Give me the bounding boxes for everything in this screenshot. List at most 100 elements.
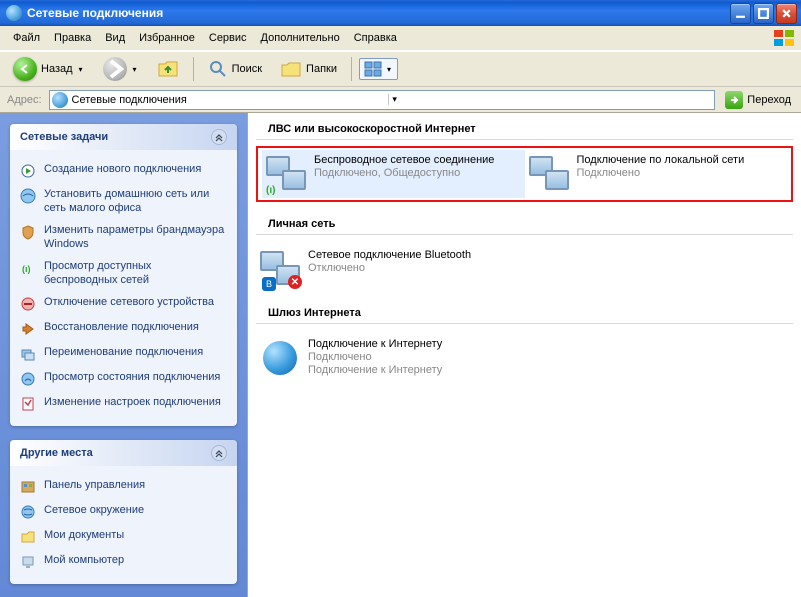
menu-favorites[interactable]: Избранное <box>132 30 202 46</box>
task-icon <box>20 188 36 204</box>
address-field[interactable]: Сетевые подключения ▾ <box>49 90 716 110</box>
connection-sub2: Подключение к Интернету <box>308 364 442 377</box>
wifi-icon: (ı) <box>266 185 275 196</box>
address-bar: Адрес: Сетевые подключения ▾ Переход <box>0 87 801 113</box>
task-icon <box>20 163 36 179</box>
globe-icon <box>263 341 297 375</box>
task-icon <box>20 346 36 362</box>
network-tasks-header[interactable]: Сетевые задачи <box>10 124 237 150</box>
place-icon <box>20 529 36 545</box>
menu-file[interactable]: Файл <box>6 30 47 46</box>
forward-button[interactable]: ▾ <box>96 54 146 84</box>
search-icon <box>208 59 228 79</box>
window-icon <box>6 5 22 21</box>
task-item[interactable]: Установить домашнюю сеть или сеть малого… <box>20 183 227 219</box>
address-icon <box>52 92 68 108</box>
folder-up-icon <box>157 59 179 79</box>
connection-item[interactable]: ✕ B Сетевое подключение BluetoothОтключено <box>256 245 525 293</box>
connection-item[interactable]: (ı) Беспроводное сетевое соединениеПодклю… <box>262 150 525 198</box>
folders-label: Папки <box>306 63 337 75</box>
connection-name: Подключение к Интернету <box>308 338 442 351</box>
task-icon <box>20 296 36 312</box>
connection-name: Беспроводное сетевое соединение <box>314 154 494 167</box>
svg-text:(ı): (ı) <box>22 264 31 274</box>
connection-item[interactable]: Подключение по локальной сетиПодключено <box>525 150 788 198</box>
go-arrow-icon <box>725 91 743 109</box>
close-button[interactable] <box>776 3 797 24</box>
task-label: Изменить параметры брандмауэра Windows <box>44 223 227 251</box>
go-button[interactable]: Переход <box>719 89 797 111</box>
window-title: Сетевые подключения <box>27 6 163 20</box>
back-dropdown-icon[interactable]: ▾ <box>77 65 85 74</box>
place-item[interactable]: Сетевое окружение <box>20 499 227 524</box>
menu-edit[interactable]: Правка <box>47 30 98 46</box>
items-row: (ı)Беспроводное сетевое соединениеПодклю… <box>256 146 793 202</box>
address-label: Адрес: <box>4 94 45 106</box>
task-label: Переименование подключения <box>44 345 203 359</box>
main-area: ЛВС или высокоскоростной Интернет (ı) Бесп… <box>247 113 801 597</box>
address-dropdown-icon[interactable]: ▾ <box>388 94 712 105</box>
views-button[interactable]: ▾ <box>359 58 398 80</box>
section-title: Личная сеть <box>256 212 793 235</box>
search-label: Поиск <box>232 63 262 75</box>
other-places-header[interactable]: Другие места <box>10 440 237 466</box>
connection-status: Отключено <box>308 262 471 275</box>
forward-arrow-icon <box>103 57 127 81</box>
folders-button[interactable]: Папки <box>273 56 344 82</box>
place-icon <box>20 479 36 495</box>
place-label: Мои документы <box>44 528 124 542</box>
task-label: Изменение настроек подключения <box>44 395 221 409</box>
address-text: Сетевые подключения <box>72 94 389 106</box>
task-item[interactable]: Отключение сетевого устройства <box>20 291 227 316</box>
task-item[interactable]: (ı)Просмотр доступных беспроводных сетей <box>20 255 227 291</box>
connection-name: Подключение по локальной сети <box>577 154 745 167</box>
task-icon <box>20 396 36 412</box>
menu-tools[interactable]: Сервис <box>202 30 254 46</box>
place-label: Сетевое окружение <box>44 503 144 517</box>
task-icon <box>20 371 36 387</box>
toolbar-separator-2 <box>351 57 352 81</box>
items-row: Подключение к ИнтернетуПодключеноПодключ… <box>248 330 801 390</box>
place-item[interactable]: Панель управления <box>20 474 227 499</box>
search-button[interactable]: Поиск <box>201 56 269 82</box>
place-icon <box>20 504 36 520</box>
place-label: Панель управления <box>44 478 145 492</box>
task-item[interactable]: Восстановление подключения <box>20 316 227 341</box>
windows-logo-icon <box>773 29 795 47</box>
task-item[interactable]: Переименование подключения <box>20 341 227 366</box>
network-tasks-title: Сетевые задачи <box>20 131 108 143</box>
connection-icon: (ı) <box>266 154 306 194</box>
connection-item[interactable]: Подключение к ИнтернетуПодключеноПодключ… <box>256 334 525 382</box>
task-item[interactable]: Просмотр состояния подключения <box>20 366 227 391</box>
place-item[interactable]: Мои документы <box>20 524 227 549</box>
collapse-icon <box>211 129 227 145</box>
task-label: Установить домашнюю сеть или сеть малого… <box>44 187 227 215</box>
task-label: Отключение сетевого устройства <box>44 295 214 309</box>
menu-help[interactable]: Справка <box>347 30 404 46</box>
disabled-x-icon: ✕ <box>288 275 302 289</box>
task-label: Создание нового подключения <box>44 162 201 176</box>
toolbar-separator <box>193 57 194 81</box>
menu-view[interactable]: Вид <box>98 30 132 46</box>
section-title: ЛВС или высокоскоростной Интернет <box>256 117 793 140</box>
section-title: Шлюз Интернета <box>256 301 793 324</box>
up-button[interactable] <box>150 56 186 82</box>
forward-dropdown-icon[interactable]: ▾ <box>131 65 139 74</box>
task-label: Просмотр состояния подключения <box>44 370 220 384</box>
titlebar: Сетевые подключения <box>0 0 801 26</box>
task-item[interactable]: Изменение настроек подключения <box>20 391 227 416</box>
task-item[interactable]: Создание нового подключения <box>20 158 227 183</box>
minimize-button[interactable] <box>730 3 751 24</box>
place-icon <box>20 554 36 570</box>
task-label: Восстановление подключения <box>44 320 199 334</box>
connection-icon <box>529 154 569 194</box>
connection-status: Подключено, Общедоступно <box>314 167 494 180</box>
task-item[interactable]: Изменить параметры брандмауэра Windows <box>20 219 227 255</box>
menu-advanced[interactable]: Дополнительно <box>254 30 347 46</box>
connection-name: Сетевое подключение Bluetooth <box>308 249 471 262</box>
menubar: Файл Правка Вид Избранное Сервис Дополни… <box>0 26 801 51</box>
maximize-button[interactable] <box>753 3 774 24</box>
bluetooth-icon: B <box>262 277 276 291</box>
back-button[interactable]: Назад ▾ <box>6 54 92 84</box>
place-item[interactable]: Мой компьютер <box>20 549 227 574</box>
